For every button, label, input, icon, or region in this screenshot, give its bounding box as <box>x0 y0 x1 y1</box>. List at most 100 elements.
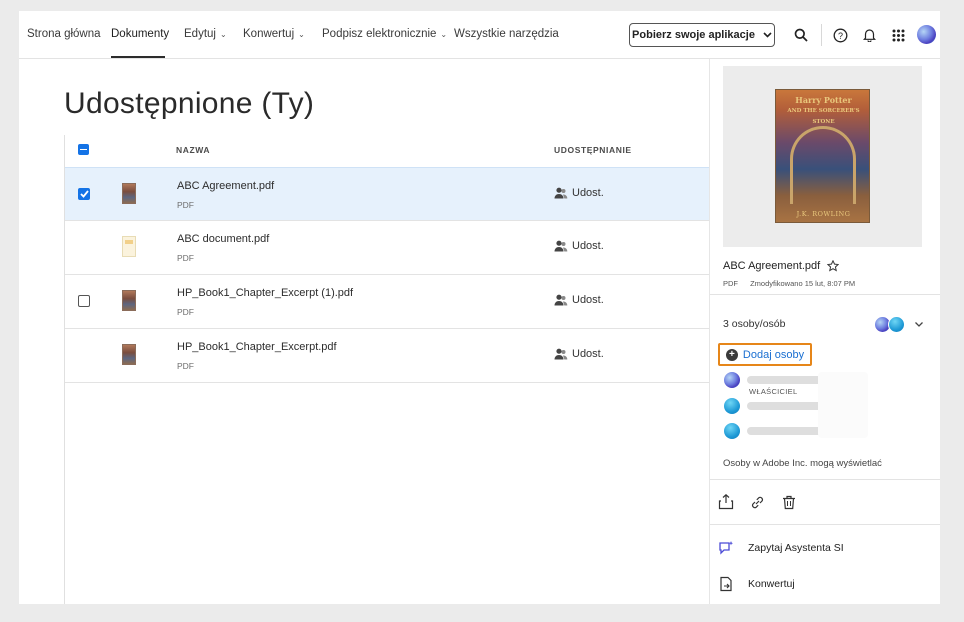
chevron-down-icon: ⌄ <box>219 30 227 39</box>
sharing-label: Udost. <box>572 294 604 306</box>
active-tab-indicator <box>111 56 165 58</box>
panel-modified: Zmodyfikowano 15 lut, 8:07 PM <box>750 279 856 288</box>
details-panel: Harry Potter AND THE SORCERER'S STONE J.K… <box>709 59 940 604</box>
svg-text:?: ? <box>837 30 842 40</box>
avatar <box>888 316 905 333</box>
add-people-label: Dodaj osoby <box>742 348 805 361</box>
search-icon[interactable] <box>791 25 811 45</box>
nav-edit[interactable]: Edytuj ⌄ <box>184 28 227 40</box>
get-apps-label: Pobierz swoje aplikacje <box>632 29 755 41</box>
star-icon[interactable] <box>827 260 840 272</box>
link-icon[interactable] <box>748 493 766 511</box>
shared-people-icon <box>554 240 568 252</box>
avatar <box>724 372 740 388</box>
file-type: PDF <box>177 253 194 263</box>
sharing-status: Udost. <box>554 187 604 199</box>
trash-icon[interactable] <box>780 493 798 511</box>
file-type: PDF <box>177 200 194 210</box>
chevron-down-icon <box>915 322 923 327</box>
app-window: Strona główna Dokumenty Edytuj ⌄ Konwertu… <box>19 11 940 604</box>
row-checkbox[interactable] <box>78 295 90 307</box>
sharing-status: Udost. <box>554 240 604 252</box>
nav-esign-label: Podpisz elektronicznie <box>322 28 437 40</box>
avatar <box>724 398 740 414</box>
file-name[interactable]: HP_Book1_Chapter_Excerpt (1).pdf <box>177 287 353 299</box>
column-header-name[interactable]: NAZWA <box>176 145 210 155</box>
nav-home[interactable]: Strona główna <box>27 28 101 40</box>
ask-ai-assistant-item[interactable]: Zapytaj Asystenta SI <box>710 533 940 563</box>
nav-esign[interactable]: Podpisz elektronicznie ⌄ <box>322 28 447 40</box>
file-preview: Harry Potter AND THE SORCERER'S STONE J.K… <box>723 66 922 247</box>
chevron-down-icon: ⌄ <box>440 30 448 39</box>
page-title: Udostępnione (Ty) <box>64 87 315 120</box>
nav-convert[interactable]: Konwertuj ⌄ <box>243 28 305 40</box>
people-avatars-toggle[interactable] <box>874 316 924 334</box>
file-thumbnail <box>122 344 136 365</box>
sharing-status: Udost. <box>554 294 604 306</box>
list-header: NAZWA UDOSTĘPNIANIE <box>65 135 710 167</box>
convert-icon <box>720 576 732 592</box>
panel-file-name-text: ABC Agreement.pdf <box>723 260 821 272</box>
cover-author: J.K. ROWLING <box>796 210 851 218</box>
book-cover-image: Harry Potter AND THE SORCERER'S STONE J.K… <box>775 89 870 223</box>
panel-file-meta: PDF Zmodyfikowano 15 lut, 8:07 PM <box>723 279 855 288</box>
table-row[interactable]: HP_Book1_Chapter_Excerpt.pdf PDF Udost. <box>65 329 710 383</box>
cover-arch <box>790 126 856 204</box>
sharing-label: Udost. <box>572 348 604 360</box>
sharing-status: Udost. <box>554 348 604 360</box>
panel-file-name: ABC Agreement.pdf <box>723 260 840 272</box>
chevron-down-icon <box>763 32 772 38</box>
file-name[interactable]: HP_Book1_Chapter_Excerpt.pdf <box>177 341 337 353</box>
top-navigation: Strona główna Dokumenty Edytuj ⌄ Konwertu… <box>19 11 940 59</box>
file-type: PDF <box>177 307 194 317</box>
file-thumbnail <box>122 236 136 257</box>
chevron-down-icon: ⌄ <box>298 30 305 39</box>
nav-edit-label: Edytuj <box>184 28 216 40</box>
convert-label: Konwertuj <box>748 578 795 590</box>
share-export-icon[interactable] <box>717 493 735 511</box>
people-list-overlay <box>818 372 868 438</box>
file-thumbnail <box>122 183 136 204</box>
file-name[interactable]: ABC document.pdf <box>177 233 269 245</box>
column-header-sharing[interactable]: UDOSTĘPNIANIE <box>554 145 632 155</box>
file-thumbnail <box>122 290 136 311</box>
select-all-checkbox[interactable] <box>78 144 89 155</box>
avatar <box>724 423 740 439</box>
owner-role-label: WŁAŚCICIEL <box>749 387 798 396</box>
convert-item[interactable]: Konwertuj <box>710 569 940 599</box>
file-type: PDF <box>177 361 194 371</box>
help-icon[interactable]: ? <box>830 25 850 45</box>
ask-ai-label: Zapytaj Asystenta SI <box>748 542 844 554</box>
apps-grid-icon[interactable] <box>888 25 908 45</box>
sharing-label: Udost. <box>572 240 604 252</box>
get-apps-button[interactable]: Pobierz swoje aplikacje <box>629 23 775 47</box>
ai-assistant-icon <box>719 541 733 555</box>
panel-file-type: PDF <box>723 279 738 288</box>
shared-people-icon <box>554 348 568 360</box>
user-avatar[interactable] <box>917 25 936 44</box>
shared-people-icon <box>554 294 568 306</box>
file-list: NAZWA UDOSTĘPNIANIE ABC Agreement.pdf PD… <box>64 135 710 604</box>
file-name[interactable]: ABC Agreement.pdf <box>177 180 274 192</box>
row-checkbox[interactable] <box>78 188 90 200</box>
bell-icon[interactable] <box>859 25 879 45</box>
table-row[interactable]: ABC document.pdf PDF Udost. <box>65 221 710 275</box>
panel-divider <box>710 479 940 480</box>
panel-divider <box>710 294 940 295</box>
add-circle-icon: + <box>725 348 738 361</box>
sharing-label: Udost. <box>572 187 604 199</box>
table-row[interactable]: HP_Book1_Chapter_Excerpt (1).pdf PDF Udo… <box>65 275 710 329</box>
panel-divider <box>710 524 940 525</box>
nav-convert-label: Konwertuj <box>243 28 295 40</box>
cover-title-line2: AND THE SORCERER'S STONE <box>787 108 860 125</box>
people-count: 3 osoby/osób <box>723 318 786 330</box>
shared-people-icon <box>554 187 568 199</box>
sharing-note: Osoby w Adobe Inc. mogą wyświetlać <box>723 458 882 469</box>
cover-title-line1: Harry Potter <box>795 95 852 105</box>
add-people-button[interactable]: + Dodaj osoby <box>718 343 812 366</box>
table-row[interactable]: ABC Agreement.pdf PDF Udost. <box>65 167 710 221</box>
nav-divider <box>821 24 822 46</box>
nav-documents[interactable]: Dokumenty <box>111 28 169 40</box>
cover-title: Harry Potter AND THE SORCERER'S STONE <box>776 95 869 127</box>
nav-all-tools[interactable]: Wszystkie narzędzia <box>454 28 559 40</box>
